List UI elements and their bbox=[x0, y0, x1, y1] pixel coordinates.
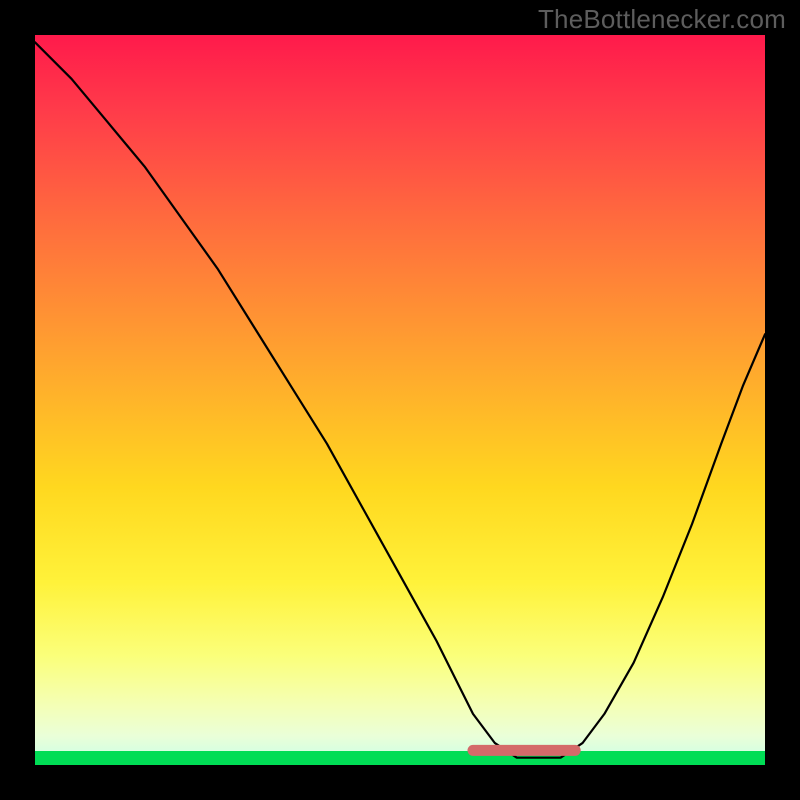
chart-frame: TheBottleneсker.com bbox=[0, 0, 800, 800]
bottleneck-curve bbox=[35, 42, 765, 757]
plot-area bbox=[35, 35, 765, 765]
curve-layer bbox=[35, 35, 765, 765]
watermark-text: TheBottleneсker.com bbox=[538, 4, 786, 35]
